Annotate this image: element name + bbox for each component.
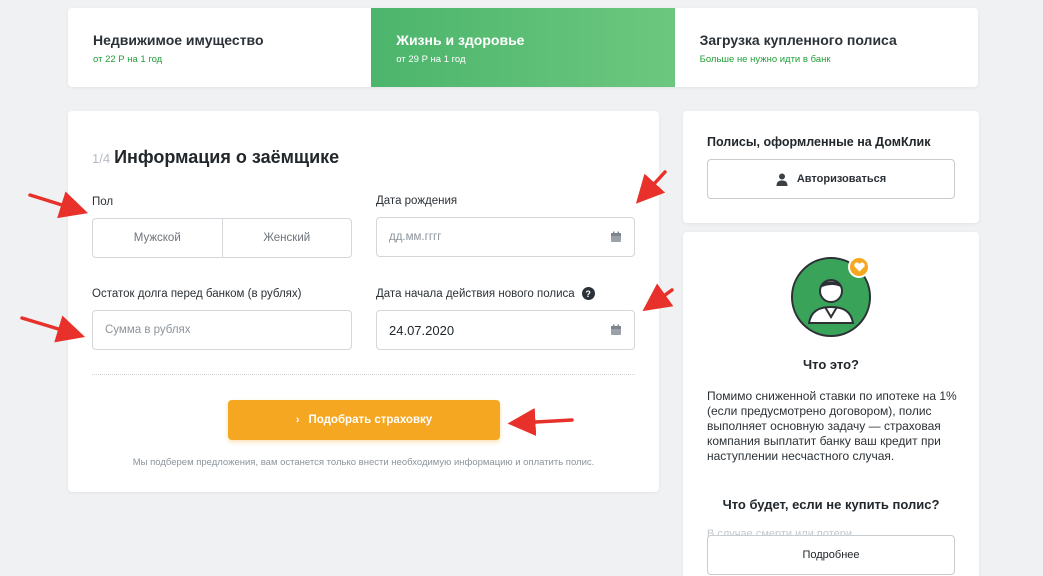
find-insurance-label: Подобрать страховку	[308, 414, 433, 426]
calendar-icon[interactable]	[610, 324, 622, 336]
info-card: Что это? Помимо сниженной ставки по ипот…	[683, 232, 979, 576]
what-is-it-title: Что это?	[803, 357, 859, 372]
tab-property-title: Недвижимое имущество	[93, 32, 264, 48]
more-button[interactable]: Подробнее	[707, 535, 955, 575]
policy-start-label: Дата начала действия нового полиса ?	[376, 287, 595, 300]
divider	[92, 374, 635, 375]
birth-date-placeholder: дд.мм.гггг	[389, 231, 442, 243]
tab-upload-policy-subtitle: Больше не нужно идти в банк	[699, 54, 831, 65]
debt-amount-placeholder: Сумма в рублях	[105, 324, 191, 336]
form-title: Информация о заёмщике	[114, 147, 340, 167]
calendar-icon[interactable]	[610, 231, 622, 243]
product-tabs: Недвижимое имущество от 22 Р на 1 год Жи…	[68, 8, 978, 87]
tab-upload-policy[interactable]: Загрузка купленного полиса Больше не нуж…	[675, 8, 978, 87]
domclick-policies-card: Полисы, оформленные на ДомКлик Авторизов…	[683, 111, 979, 223]
policy-start-label-text: Дата начала действия нового полиса	[376, 287, 575, 300]
gender-label: Пол	[92, 196, 114, 208]
form-header: 1/4 Информация о заёмщике	[92, 147, 339, 168]
gender-male-option[interactable]: Мужской	[93, 219, 222, 257]
heart-badge-icon	[848, 256, 870, 278]
form-note: Мы подберем предложения, вам останется т…	[132, 457, 595, 468]
gender-selector: Мужской Женский	[92, 218, 352, 258]
user-icon	[776, 173, 788, 186]
tab-upload-policy-title: Загрузка купленного полиса	[699, 32, 897, 48]
domclick-policies-title: Полисы, оформленные на ДомКлик	[707, 135, 931, 149]
borrower-form-card: 1/4 Информация о заёмщике Пол Мужской Же…	[68, 111, 659, 492]
what-is-it-text: Помимо сниженной ставки по ипотеке на 1%…	[707, 389, 957, 463]
heart-icon	[853, 262, 865, 272]
policy-start-date-field[interactable]: 24.07.2020	[376, 310, 635, 350]
tab-property[interactable]: Недвижимое имущество от 22 Р на 1 год	[68, 8, 371, 87]
find-insurance-button[interactable]: › Подобрать страховку	[228, 400, 500, 440]
help-icon[interactable]: ?	[581, 287, 595, 300]
chevron-right-icon: ›	[295, 414, 300, 426]
step-counter: 1/4	[92, 151, 111, 166]
tab-life-health-subtitle: от 29 Р на 1 год	[396, 54, 466, 65]
gender-female-option[interactable]: Женский	[221, 219, 352, 257]
debt-label: Остаток долга перед банком (в рублях)	[92, 288, 302, 300]
what-if-no-policy-title: Что будет, если не купить полис?	[722, 497, 940, 512]
birth-date-label: Дата рождения	[376, 195, 458, 207]
tab-property-subtitle: от 22 Р на 1 год	[93, 54, 163, 65]
birth-date-field[interactable]: дд.мм.гггг	[376, 217, 635, 257]
policy-start-date-value: 24.07.2020	[389, 322, 455, 338]
tab-life-health-title: Жизнь и здоровье	[396, 32, 525, 48]
login-button-label: Авторизоваться	[796, 173, 887, 185]
login-button[interactable]: Авторизоваться	[707, 159, 955, 199]
debt-amount-field[interactable]: Сумма в рублях	[92, 310, 352, 350]
tab-life-health[interactable]: Жизнь и здоровье от 29 Р на 1 год	[371, 8, 675, 87]
